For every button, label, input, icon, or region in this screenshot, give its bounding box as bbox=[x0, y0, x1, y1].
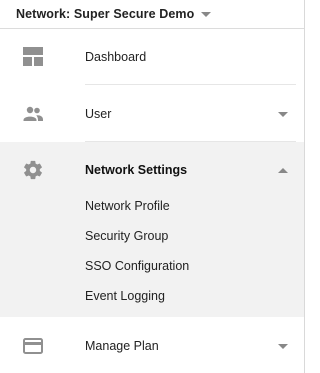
chevron-down-icon[interactable] bbox=[278, 112, 288, 117]
sidebar-group-network-settings: Network Settings Network Profile Securit… bbox=[0, 142, 304, 317]
caret-down-icon bbox=[201, 12, 212, 17]
users-icon bbox=[22, 103, 44, 125]
dashboard-icon bbox=[22, 46, 44, 68]
submenu-item-network-profile[interactable]: Network Profile bbox=[85, 198, 170, 214]
network-selector-label: Network: Super Secure Demo bbox=[16, 7, 195, 21]
sidebar-right-border bbox=[304, 0, 305, 373]
sidebar-item-manage-plan[interactable]: Manage Plan bbox=[0, 318, 304, 373]
sidebar-item-label: User bbox=[85, 107, 112, 121]
sidebar-item-label: Manage Plan bbox=[85, 339, 159, 353]
sidebar-item-dashboard[interactable]: Dashboard bbox=[0, 29, 304, 85]
item-divider bbox=[85, 84, 296, 85]
sidebar-item-label: Network Settings bbox=[85, 163, 188, 177]
submenu-item-event-logging[interactable]: Event Logging bbox=[85, 288, 165, 304]
sidebar-item-label: Dashboard bbox=[85, 50, 147, 64]
chevron-up-icon[interactable] bbox=[278, 168, 288, 173]
submenu-item-security-group[interactable]: Security Group bbox=[85, 228, 168, 244]
chevron-down-icon[interactable] bbox=[278, 344, 288, 349]
network-selector[interactable]: Network: Super Secure Demo bbox=[0, 0, 304, 28]
gear-icon bbox=[22, 159, 44, 181]
sidebar-item-user[interactable]: User bbox=[0, 86, 304, 142]
sidebar-item-network-settings[interactable]: Network Settings bbox=[0, 142, 304, 198]
credit-card-icon bbox=[22, 335, 44, 357]
submenu-item-sso-configuration[interactable]: SSO Configuration bbox=[85, 258, 189, 274]
